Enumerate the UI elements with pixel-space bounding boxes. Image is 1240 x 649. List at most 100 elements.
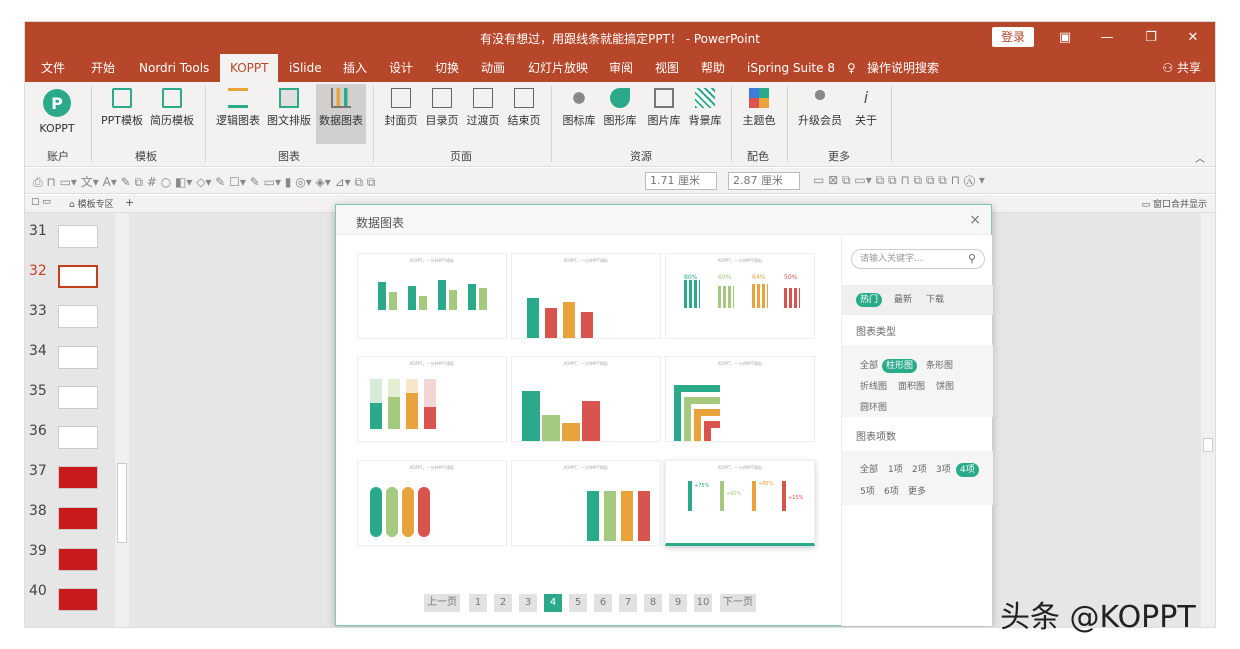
thumbnail-scrollbar[interactable]	[115, 213, 129, 627]
chart-template-card-hover[interactable]: KOPPT，一分钟PPT模板 +75% +60% +86% +15%	[665, 460, 815, 546]
type-pie[interactable]: 饼图	[932, 380, 958, 394]
count-4[interactable]: 4项	[956, 463, 979, 477]
type-donut[interactable]: 圆环图	[856, 401, 891, 415]
background-library-button[interactable]: 背景库	[686, 88, 724, 138]
dialog-close-icon[interactable]: ×	[969, 212, 981, 228]
tab-animations[interactable]: 动画	[481, 54, 505, 82]
theme-color-button[interactable]: 主题色	[739, 88, 779, 138]
page-button[interactable]: 8	[644, 594, 662, 612]
logic-chart-button[interactable]: 逻辑图表	[214, 88, 262, 138]
type-area[interactable]: 面积图	[894, 380, 929, 394]
shape-library-button[interactable]: 图形库	[601, 88, 639, 138]
page-button[interactable]: 2	[494, 594, 512, 612]
chart-template-card[interactable]: KOPPT，一分钟PPT模板	[511, 460, 661, 546]
layout-button[interactable]: 图文排版	[265, 88, 313, 138]
page-button[interactable]: 6	[594, 594, 612, 612]
type-column[interactable]: 柱形图	[882, 359, 918, 373]
tab-home[interactable]: 开始	[91, 54, 115, 82]
tab-koppt[interactable]: KOPPT	[220, 54, 279, 82]
data-chart-button[interactable]: 数据图表	[316, 84, 366, 144]
editor-scrollbar[interactable]	[1201, 213, 1215, 627]
tab-template-zone[interactable]: ⌂ 模板专区	[69, 197, 114, 210]
slide-thumbnail[interactable]	[58, 588, 98, 611]
page-button[interactable]: 3	[519, 594, 537, 612]
tab-file[interactable]: 文件	[41, 54, 65, 82]
width-input[interactable]: 1.71 厘米	[645, 172, 717, 190]
slide-thumbnail[interactable]	[58, 346, 98, 369]
tab-help[interactable]: 帮助	[701, 54, 725, 82]
prev-page-button[interactable]: 上一页	[424, 594, 460, 612]
chart-template-card[interactable]: KOPPT，一分钟PPT模板	[357, 460, 507, 546]
image-library-button[interactable]: 图片库	[645, 88, 683, 138]
keyword-search-input[interactable]: 请输入关键字... ⚲	[851, 249, 985, 269]
count-6[interactable]: 6项	[880, 485, 903, 499]
page-button[interactable]: 10	[694, 594, 712, 612]
chart-template-card[interactable]: KOPPT，一分钟PPT模板	[511, 253, 661, 339]
sort-latest[interactable]: 最新	[890, 293, 916, 307]
collapse-ribbon-icon[interactable]: ︿	[1195, 150, 1205, 165]
count-1[interactable]: 1项	[884, 463, 907, 477]
count-3[interactable]: 3项	[932, 463, 955, 477]
page-button[interactable]: 7	[619, 594, 637, 612]
page-button-current[interactable]: 4	[544, 594, 562, 612]
slide-thumbnail[interactable]	[58, 225, 98, 248]
sort-download[interactable]: 下载	[922, 293, 948, 307]
chart-template-card[interactable]: KOPPT，一分钟PPT模板	[511, 356, 661, 442]
cover-page-button[interactable]: 封面页	[382, 88, 420, 138]
resume-template-button[interactable]: 简历模板	[149, 88, 195, 138]
tab-insert[interactable]: 插入	[343, 54, 367, 82]
search-icon[interactable]: ⚲	[968, 250, 976, 268]
tab-slideshow[interactable]: 幻灯片放映	[528, 54, 588, 82]
height-input[interactable]: 2.87 厘米	[728, 172, 800, 190]
add-tab-button[interactable]: +	[125, 196, 134, 209]
type-line[interactable]: 折线图	[856, 380, 891, 394]
chart-template-card[interactable]: KOPPT，一分钟PPT模板	[357, 253, 507, 339]
count-5[interactable]: 5项	[856, 485, 879, 499]
next-page-button[interactable]: 下一页	[720, 594, 756, 612]
ribbon-display-icon[interactable]: ▣	[1055, 28, 1075, 48]
slide-thumbnail[interactable]	[58, 466, 98, 489]
slide-thumbnail[interactable]	[58, 305, 98, 328]
count-2[interactable]: 2项	[908, 463, 931, 477]
page-button[interactable]: 9	[669, 594, 687, 612]
count-all[interactable]: 全部	[856, 463, 882, 477]
end-page-button[interactable]: 结束页	[505, 88, 543, 138]
upgrade-vip-button[interactable]: 升级会员	[795, 88, 845, 138]
slide-thumbnail-current[interactable]	[58, 265, 98, 288]
merge-window-button[interactable]: ▭ 窗口合并显示	[1142, 197, 1207, 210]
slide-thumbnail[interactable]	[58, 548, 98, 571]
type-all[interactable]: 全部	[856, 359, 882, 373]
tell-me-search[interactable]: 操作说明搜索	[867, 54, 939, 82]
tab-ispring[interactable]: iSpring Suite 8	[747, 54, 835, 82]
file-icons[interactable]: ▢ ▭	[31, 197, 51, 207]
ppt-template-button[interactable]: PPT模板	[99, 88, 145, 138]
page-button[interactable]: 1	[469, 594, 487, 612]
chart-template-card[interactable]: KOPPT，一分钟PPT模板 80% 60% 64% 50%	[665, 253, 815, 339]
tab-nordri-tools[interactable]: Nordri Tools	[139, 54, 209, 82]
tab-design[interactable]: 设计	[389, 54, 413, 82]
login-button[interactable]: 登录	[992, 27, 1034, 47]
chart-template-card[interactable]: KOPPT，一分钟PPT模板	[665, 356, 815, 442]
toc-page-button[interactable]: 目录页	[423, 88, 461, 138]
type-bar[interactable]: 条形图	[922, 359, 957, 373]
restore-icon[interactable]: ❐	[1141, 28, 1161, 48]
transition-page-button[interactable]: 过渡页	[464, 88, 502, 138]
share-button[interactable]: ⚇ 共享	[1162, 54, 1201, 82]
koppt-account-button[interactable]: P KOPPT	[33, 88, 81, 138]
slide-thumbnail[interactable]	[58, 386, 98, 409]
tab-review[interactable]: 审阅	[609, 54, 633, 82]
chart-template-card[interactable]: KOPPT，一分钟PPT模板	[357, 356, 507, 442]
toolbar-icons-left[interactable]: ⎙ ⊓ ▭▾ 文▾ A▾ ✎ ⧉ # ○ ◧▾ ◇▾ ✎ ☐▾ ✎ ▭▾ ▮ ◎…	[33, 173, 375, 190]
tab-islide[interactable]: iSlide	[289, 54, 322, 82]
sort-hot[interactable]: 热门	[856, 293, 883, 307]
page-button[interactable]: 5	[569, 594, 587, 612]
count-more[interactable]: 更多	[904, 485, 930, 499]
about-button[interactable]: i 关于	[851, 88, 881, 138]
slide-thumbnail[interactable]	[58, 507, 98, 530]
tab-transitions[interactable]: 切换	[435, 54, 459, 82]
scrollbar-thumb[interactable]	[1203, 438, 1213, 452]
tab-view[interactable]: 视图	[655, 54, 679, 82]
minimize-icon[interactable]: —	[1097, 28, 1117, 48]
close-icon[interactable]: ✕	[1183, 28, 1203, 48]
toolbar-icons-right[interactable]: ▭ ⊠ ⧉ ▭▾ ⧉ ⧉ ⊓ ⧉ ⧉ ⧉ ⊓ Ⓐ ▾	[813, 173, 985, 188]
